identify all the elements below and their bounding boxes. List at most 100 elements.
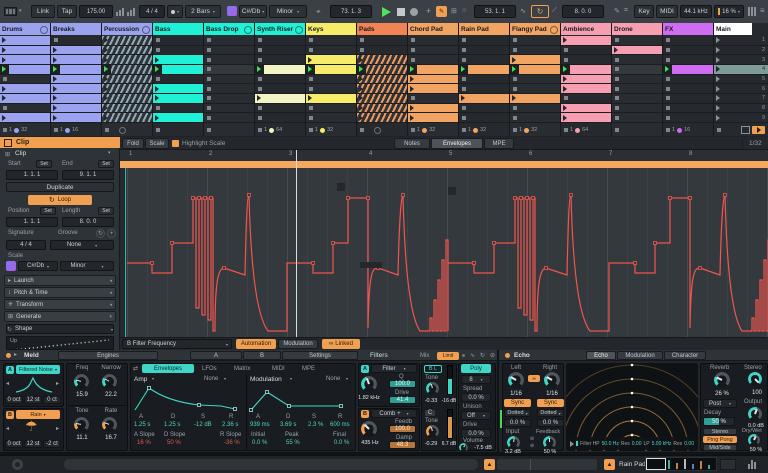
clip-slot[interactable] (153, 113, 203, 124)
scene-play-triangle-icon[interactable] (716, 95, 720, 102)
clip-slot[interactable] (612, 45, 662, 56)
clip-play-triangle-icon[interactable] (563, 114, 567, 121)
scene-play-triangle-icon[interactable] (716, 76, 720, 83)
clip-slot[interactable] (102, 103, 152, 114)
key-map-button[interactable]: Key (634, 5, 654, 18)
clip-stop-slot[interactable] (459, 113, 509, 124)
scene-play-triangle-icon[interactable] (716, 56, 720, 63)
clip-slot[interactable] (561, 65, 611, 75)
crossfade-box[interactable] (497, 459, 597, 470)
follow-icon[interactable]: ⌖ (316, 7, 321, 17)
input-knob[interactable] (507, 436, 520, 449)
clip-stop-slot[interactable] (510, 84, 560, 95)
engine-a-semi[interactable]: 12 st (24, 396, 42, 404)
filter-play-icon[interactable] (570, 440, 574, 447)
mod-attack[interactable]: 939 ms (250, 422, 270, 428)
clip-slot[interactable] (459, 65, 509, 75)
clip-stop-slot[interactable] (204, 65, 254, 75)
engine-b-cent[interactable]: -2 ct (43, 440, 61, 448)
clip-play-triangle-icon[interactable] (410, 105, 414, 112)
clip-stop-row[interactable] (612, 124, 662, 136)
clip-slot[interactable] (0, 94, 50, 104)
clip-slot[interactable] (0, 65, 50, 75)
clip-slot[interactable] (51, 84, 101, 95)
start-set-button[interactable]: Set (36, 160, 52, 168)
clip-stop-slot[interactable] (612, 75, 662, 85)
clip-stop-slot[interactable] (153, 75, 203, 85)
clip-slot[interactable] (51, 65, 101, 75)
amp-d-slope[interactable]: 50 % (167, 440, 181, 446)
clip-stop-slot[interactable] (306, 104, 356, 114)
clip-stop-slot[interactable] (663, 55, 713, 66)
clip-slot[interactable] (51, 113, 101, 124)
clip-stop-slot[interactable] (204, 84, 254, 95)
end-field[interactable]: 9. 1. 1 (62, 170, 114, 180)
clip-stop-slot[interactable] (204, 46, 254, 56)
filter-b-freq-knob[interactable] (361, 421, 377, 437)
clip-slot[interactable] (408, 84, 458, 95)
track-header[interactable]: Bass Drop (204, 23, 254, 35)
clip-slot[interactable] (51, 103, 101, 114)
back-to-arrangement-icon[interactable]: ⊞ (451, 7, 457, 15)
mod-release[interactable]: 600 ms (330, 422, 350, 428)
cpu-meter[interactable]: 16 % ▾ (714, 5, 744, 18)
clip-stop-slot[interactable] (153, 104, 203, 114)
clip-play-triangle-icon[interactable] (512, 95, 516, 102)
loop-switch[interactable]: ↻ (531, 5, 549, 18)
clip-stop-slot[interactable] (663, 84, 713, 95)
clip-slot[interactable] (102, 74, 152, 85)
punch-in-icon[interactable]: ∿ (520, 7, 526, 15)
clip-slot[interactable] (102, 84, 152, 95)
clip-play-triangle-icon[interactable] (2, 47, 6, 53)
filter-a-type[interactable]: Filter ▾ (371, 364, 417, 373)
subtab-midi[interactable]: MIDI (272, 366, 285, 372)
tone-knob[interactable] (74, 417, 89, 432)
clip-play-triangle-icon[interactable] (308, 56, 312, 63)
clip-slot[interactable] (0, 36, 50, 46)
clip-stop-slot[interactable] (663, 94, 713, 104)
clip-play-triangle-icon[interactable] (53, 95, 57, 102)
warning-icon[interactable]: ▲ (604, 459, 615, 470)
clip-stop-slot[interactable] (51, 36, 101, 46)
scene-launch-slot[interactable]: 1 (714, 36, 768, 46)
playing-clip-triangle-icon[interactable] (512, 66, 516, 73)
clip-stop-slot[interactable] (255, 36, 305, 46)
signature-field[interactable]: 4 / 4 (6, 240, 46, 250)
clip-play-triangle-icon[interactable] (2, 56, 6, 63)
clip-stop-slot[interactable] (663, 104, 713, 114)
sync-right-toggle[interactable]: Sync (537, 399, 564, 407)
stereo-link-icon[interactable]: ∞ (528, 375, 540, 382)
clip-play-triangle-icon[interactable] (410, 76, 414, 83)
clip-section-generate[interactable]: ⊞ Generate ▾ (4, 311, 116, 322)
scene-launch-slot[interactable]: 8 (714, 104, 768, 114)
scale-root-field[interactable]: C#/Db ▾ (239, 5, 267, 18)
expand-icon[interactable]: ⊞ (5, 151, 10, 158)
clip-slot[interactable] (408, 65, 458, 75)
track-header[interactable]: Breaks (51, 23, 101, 35)
clip-slot[interactable] (255, 94, 305, 104)
mod-initial[interactable]: 0.0 % (252, 440, 267, 446)
drive-value[interactable]: 0.0 % (461, 429, 491, 438)
engine-b-semi[interactable]: 12 st (24, 440, 42, 448)
engine-b-select[interactable]: Rain ▾ (16, 410, 60, 419)
clip-stop-slot[interactable] (306, 46, 356, 56)
echo-activator[interactable] (505, 353, 510, 358)
clip-slot[interactable] (459, 94, 509, 104)
clip-play-triangle-icon[interactable] (359, 76, 363, 83)
clip-play-triangle-icon[interactable] (359, 56, 363, 63)
playing-clip-triangle-icon[interactable] (563, 66, 567, 73)
route-a-button[interactable]: B L (424, 365, 442, 373)
dry-wet-knob[interactable] (748, 434, 760, 446)
engine-a-cent[interactable]: 0 ct (43, 396, 61, 404)
playing-clip-triangle-icon[interactable] (257, 66, 261, 73)
clip-stop-slot[interactable] (663, 113, 713, 124)
track-header[interactable]: Keys (306, 23, 356, 35)
record-button[interactable] (410, 8, 418, 16)
rate-knob[interactable] (102, 417, 117, 432)
playing-clip-triangle-icon[interactable] (2, 66, 6, 73)
filter-b-feedback[interactable]: 100.0 (389, 425, 416, 433)
track-header[interactable]: Chord Pad (408, 23, 458, 35)
clip-stop-slot[interactable] (255, 104, 305, 114)
clip-stop-slot[interactable] (459, 84, 509, 95)
reverb-position-select[interactable]: Post ▾ (703, 399, 737, 408)
